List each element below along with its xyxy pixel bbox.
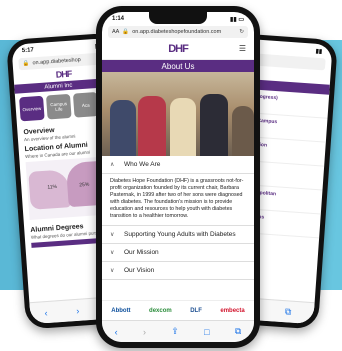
tabs-icon[interactable]: ⧉ [235, 326, 241, 337]
left-logo: DHF [55, 68, 72, 80]
map-label-2: 25% [79, 181, 90, 189]
accordion-label: Our Mission [124, 249, 159, 256]
who-we-are-text: Diabetes Hope Foundation (DHF) is a gras… [102, 174, 254, 226]
accordion-who-we-are[interactable]: ∧ Who We Are [102, 156, 254, 174]
tabs-icon[interactable]: ⧉ [285, 306, 292, 317]
hamburger-menu-icon[interactable]: ☰ [239, 44, 246, 53]
left-url: on.app.diabeteshop [32, 57, 81, 67]
accordion-mission[interactable]: ∨ Our Mission [102, 244, 254, 262]
accordion-supporting[interactable]: ∨ Supporting Young Adults with Diabetes [102, 226, 254, 244]
hero-photo [102, 72, 254, 156]
chevron-up-icon: ∧ [110, 162, 115, 168]
back-icon[interactable]: ‹ [44, 307, 48, 317]
center-phone: 1:14 ▮▮ ▭ AA 🔒 on.app.diabeteshopefounda… [96, 6, 260, 348]
page-title: About Us [102, 60, 254, 72]
safari-bottom-toolbar: ‹ › ⇪ □ ⧉ [102, 320, 254, 342]
photo-person-4 [200, 94, 228, 156]
center-url: on.app.diabeteshopefoundation.com [132, 29, 222, 35]
photo-person-3 [170, 98, 196, 156]
share-icon[interactable]: ⇪ [171, 326, 179, 337]
forward-icon[interactable]: › [76, 305, 80, 315]
left-time: 5:17 [21, 47, 35, 55]
tab-campus-life[interactable]: Campus Life [45, 93, 72, 120]
sponsor-dlf[interactable]: DLF [190, 308, 202, 314]
stage: 5:17 ▮▮ 🔒 on.app.diabeteshop DHF Alumni … [0, 0, 342, 351]
lock-icon: 🔒 [122, 29, 130, 35]
center-time: 1:14 [112, 16, 125, 22]
accordion-label: Our Vision [124, 267, 155, 274]
phone-notch [149, 12, 207, 24]
sponsor-dexcom[interactable]: dexcom [149, 308, 172, 314]
photo-person-1 [110, 100, 136, 156]
dhf-logo[interactable]: DHF [168, 43, 189, 55]
sponsor-embecta[interactable]: embecta [220, 308, 244, 314]
center-phone-screen: 1:14 ▮▮ ▭ AA 🔒 on.app.diabeteshopefounda… [102, 12, 254, 342]
sponsor-logos: Abbott dexcom DLF embecta [102, 300, 254, 320]
chevron-down-icon: ∨ [110, 268, 115, 274]
photo-person-2 [138, 96, 166, 156]
bookmarks-icon[interactable]: □ [204, 327, 209, 337]
accordion-vision[interactable]: ∨ Our Vision [102, 262, 254, 280]
refresh-icon[interactable]: ↻ [239, 29, 244, 35]
back-icon[interactable]: ‹ [115, 327, 118, 337]
sponsor-abbott[interactable]: Abbott [111, 308, 130, 314]
chevron-down-icon: ∨ [110, 250, 115, 256]
battery-icon: ▮▮ ▭ [230, 16, 244, 23]
right-signal-icon: ▮▮ [315, 48, 323, 55]
forward-icon[interactable]: › [143, 327, 146, 337]
site-header: DHF ☰ [102, 38, 254, 60]
map-label-1: 11% [47, 183, 58, 191]
accordion-label: Supporting Young Adults with Diabetes [124, 231, 236, 238]
photo-person-5 [232, 106, 254, 156]
lock-icon: 🔒 [22, 60, 30, 68]
tab-overview[interactable]: Overview [19, 95, 45, 122]
reader-icon[interactable]: AA [112, 29, 119, 35]
center-url-bar[interactable]: AA 🔒 on.app.diabeteshopefoundation.com ↻ [108, 26, 248, 38]
tab-academics[interactable]: Aca [72, 91, 99, 118]
chevron-down-icon: ∨ [110, 232, 115, 238]
accordion-label: Who We Are [124, 161, 161, 168]
